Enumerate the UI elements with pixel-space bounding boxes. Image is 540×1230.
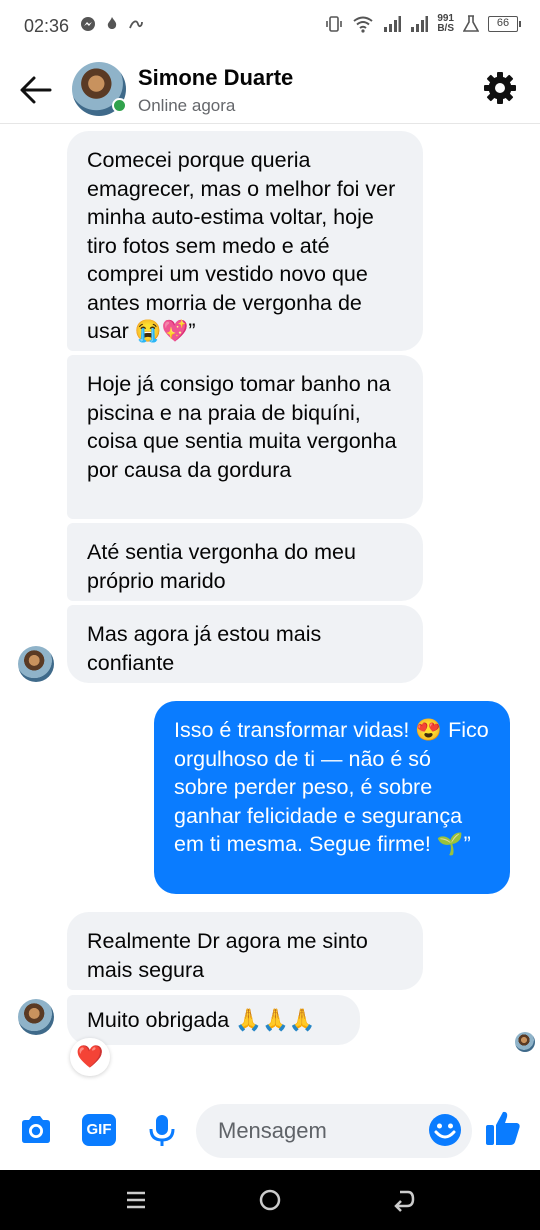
contact-name[interactable]: Simone Duarte [138, 65, 293, 91]
status-time: 02:36 [24, 16, 70, 36]
message-bubble[interactable]: Isso é transformar vidas! 😍 Fico orgulho… [154, 701, 510, 894]
contact-status: Online agora [138, 96, 236, 115]
message-bubble[interactable]: Até sentia vergonha do meu próprio marid… [67, 523, 423, 601]
thumbs-up-icon[interactable] [484, 1109, 522, 1147]
signal-icon [384, 16, 402, 32]
back-arrow-icon[interactable] [16, 70, 56, 110]
messenger-notification-icon [81, 17, 95, 31]
network-speed-unit: B/S [437, 23, 454, 34]
online-indicator [112, 98, 127, 113]
app-notification-icon [129, 20, 143, 29]
signal-icon-2 [411, 16, 429, 32]
message-bubble[interactable]: Comecei porque queria emagrecer, mas o m… [67, 131, 423, 351]
message-bubble[interactable]: Mas agora já estou mais confiante [67, 605, 423, 683]
seen-indicator-avatar [515, 1032, 535, 1052]
system-indicators: 991 B/S 66 [325, 14, 521, 34]
flask-icon [463, 15, 479, 32]
conversation-header: Simone Duarte Online agora [0, 56, 540, 124]
system-navigation-bar [0, 1170, 540, 1230]
heart-reaction[interactable]: ❤️ [70, 1038, 110, 1076]
message-bubble[interactable]: Hoje já consigo tomar banho na piscina e… [67, 355, 423, 519]
contact-avatar[interactable] [72, 62, 127, 116]
back-nav-icon[interactable] [392, 1188, 416, 1212]
wifi-icon [353, 16, 373, 33]
vibrate-icon [326, 16, 343, 32]
notification-icons [80, 16, 144, 32]
emoji-icon[interactable] [427, 1112, 463, 1148]
status-bar: 02:36 991 B/S 66 [0, 0, 540, 56]
gear-icon[interactable] [482, 70, 518, 106]
recents-menu-icon[interactable] [124, 1188, 148, 1212]
home-circle-icon[interactable] [258, 1188, 282, 1212]
message-bubble[interactable]: Realmente Dr agora me sinto mais segura [67, 912, 423, 990]
camera-icon[interactable] [18, 1112, 54, 1148]
gif-button[interactable]: GIF [82, 1114, 116, 1146]
message-bubble[interactable]: Muito obrigada 🙏🙏🙏 [67, 995, 360, 1045]
sender-avatar[interactable] [18, 999, 54, 1035]
network-speed: 991 B/S [437, 14, 454, 34]
sender-avatar[interactable] [18, 646, 54, 682]
flame-notification-icon [107, 17, 117, 29]
battery-indicator: 66 [488, 16, 521, 32]
microphone-icon[interactable] [144, 1112, 180, 1148]
message-composer: GIF [0, 1092, 540, 1170]
